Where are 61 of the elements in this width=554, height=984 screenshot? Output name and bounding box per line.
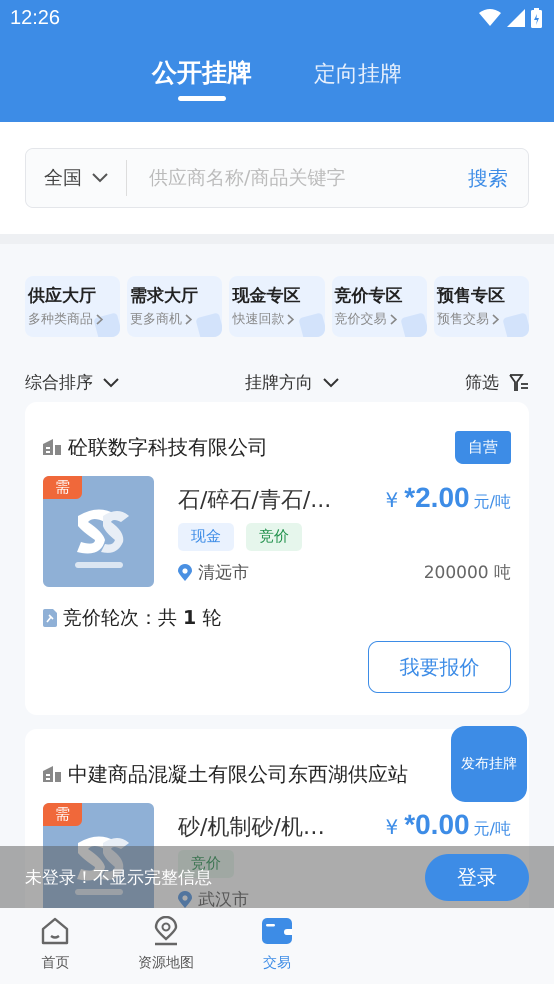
- trade-tag: 现金: [178, 523, 234, 551]
- sort-dropdown[interactable]: 综合排序: [25, 371, 119, 394]
- chevron-down-icon: [92, 173, 108, 183]
- region-dropdown[interactable]: 全国: [26, 165, 126, 191]
- building-icon: [43, 766, 61, 782]
- location-text: 清远市: [198, 562, 249, 584]
- product-name: 砂/机制砂/机…: [178, 814, 325, 842]
- nav-tab[interactable]: 资源地图: [110, 908, 222, 984]
- filter-icon: [509, 374, 529, 392]
- category-subtitle: 多种类商品: [28, 311, 93, 328]
- listing-card[interactable]: 砼联数字科技有限公司 自营 需 石/碎石/青石/... ¥ *2.00 元/吨 现金 竞价 清远市 200000 吨 竞价轮次：共 1 轮 我要报价: [25, 402, 529, 715]
- company-name: 中建商品混凝土有限公司东西湖供应站: [68, 760, 408, 788]
- building-icon: [43, 439, 61, 455]
- home-icon: [40, 916, 70, 946]
- category-subtitle: 预售交易: [436, 311, 489, 328]
- category-title: 预售专区: [436, 285, 506, 307]
- category-tile[interactable]: 供应大厅 多种类商品: [25, 276, 120, 337]
- category-tile[interactable]: 现金专区 快速回款: [229, 276, 325, 337]
- chevron-down-icon: [323, 378, 339, 388]
- category-tile[interactable]: 预售专区 预售交易: [434, 276, 530, 337]
- price-value: *0.00: [404, 809, 470, 840]
- signal-icon: [507, 9, 525, 27]
- chevron-right-icon: [287, 314, 294, 324]
- category-title: 供应大厅: [28, 285, 97, 307]
- price-unit: 元/吨: [474, 492, 511, 511]
- trade-tag: 竞价: [246, 523, 302, 551]
- bid-rounds-text: 竞价轮次：共 1 轮: [63, 606, 222, 631]
- price-value: *2.00: [404, 482, 470, 513]
- category-title: 竞价专区: [334, 285, 404, 307]
- location-text: 武汉市: [198, 889, 249, 908]
- category-subtitle: 更多商机: [130, 311, 182, 328]
- sort-dropdown[interactable]: 挂牌方向: [245, 371, 339, 394]
- chevron-right-icon: [96, 314, 103, 324]
- category-tile[interactable]: 竞价专区 竞价交易: [332, 276, 427, 337]
- category-title: 现金专区: [232, 285, 302, 307]
- chevron-right-icon: [492, 314, 499, 324]
- demand-tag: 需: [43, 803, 82, 826]
- nav-tab[interactable]: 首页: [0, 908, 111, 984]
- quantity-text: 200000 吨: [424, 562, 511, 584]
- chevron-right-icon: [390, 314, 397, 324]
- category-subtitle: 竞价交易: [334, 311, 387, 328]
- price-unit: 元/吨: [474, 819, 511, 838]
- currency-symbol: ¥: [385, 488, 398, 512]
- location-pin-icon: [178, 564, 192, 581]
- battery-icon: [531, 8, 542, 28]
- category-title: 需求大厅: [130, 285, 200, 307]
- product-name: 石/碎石/青石/...: [178, 487, 332, 515]
- wifi-icon: [479, 9, 501, 27]
- clock-time: 12:26: [10, 6, 60, 30]
- category-subtitle: 快速回款: [232, 311, 284, 328]
- company-name: 砼联数字科技有限公司: [68, 434, 268, 460]
- chevron-down-icon: [103, 378, 119, 388]
- self-operated-badge: 自营: [455, 430, 511, 464]
- wallet-icon: [262, 916, 292, 946]
- chevron-right-icon: [185, 314, 192, 324]
- currency-symbol: ¥: [385, 815, 398, 839]
- category-tile[interactable]: 需求大厅 更多商机: [127, 276, 222, 337]
- search-bar[interactable]: 全国 供应商名称/商品关键字 搜索: [25, 148, 529, 208]
- filter-button[interactable]: 筛选: [465, 371, 529, 394]
- demand-tag: 需: [43, 476, 82, 499]
- document-icon: [43, 609, 57, 627]
